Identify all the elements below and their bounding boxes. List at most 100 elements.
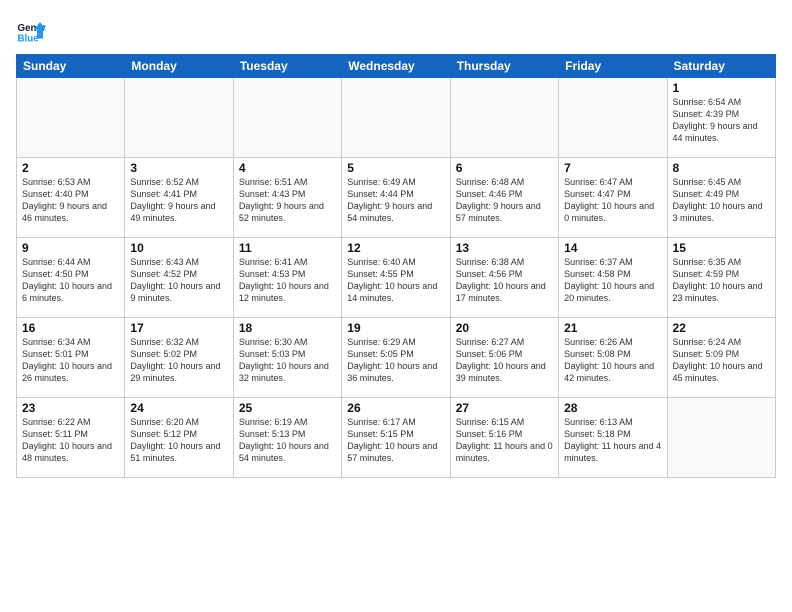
day-info: Sunrise: 6:38 AM Sunset: 4:56 PM Dayligh… [456,256,553,305]
day-number: 26 [347,401,444,415]
day-number: 11 [239,241,336,255]
day-info: Sunrise: 6:47 AM Sunset: 4:47 PM Dayligh… [564,176,661,225]
day-number: 21 [564,321,661,335]
calendar-week-5: 23Sunrise: 6:22 AM Sunset: 5:11 PM Dayli… [17,398,776,478]
day-number: 15 [673,241,770,255]
weekday-header-monday: Monday [125,55,233,78]
day-number: 22 [673,321,770,335]
day-info: Sunrise: 6:54 AM Sunset: 4:39 PM Dayligh… [673,96,770,145]
calendar-cell: 9Sunrise: 6:44 AM Sunset: 4:50 PM Daylig… [17,238,125,318]
day-info: Sunrise: 6:15 AM Sunset: 5:16 PM Dayligh… [456,416,553,465]
calendar-cell: 5Sunrise: 6:49 AM Sunset: 4:44 PM Daylig… [342,158,450,238]
calendar-week-3: 9Sunrise: 6:44 AM Sunset: 4:50 PM Daylig… [17,238,776,318]
day-number: 27 [456,401,553,415]
calendar-cell: 20Sunrise: 6:27 AM Sunset: 5:06 PM Dayli… [450,318,558,398]
day-number: 2 [22,161,119,175]
day-info: Sunrise: 6:13 AM Sunset: 5:18 PM Dayligh… [564,416,661,465]
calendar-cell: 28Sunrise: 6:13 AM Sunset: 5:18 PM Dayli… [559,398,667,478]
calendar-cell [17,78,125,158]
day-number: 19 [347,321,444,335]
weekday-header-thursday: Thursday [450,55,558,78]
day-number: 3 [130,161,227,175]
calendar-cell: 11Sunrise: 6:41 AM Sunset: 4:53 PM Dayli… [233,238,341,318]
svg-text:Blue: Blue [18,34,40,45]
day-number: 9 [22,241,119,255]
calendar-cell: 16Sunrise: 6:34 AM Sunset: 5:01 PM Dayli… [17,318,125,398]
calendar-cell [342,78,450,158]
day-info: Sunrise: 6:45 AM Sunset: 4:49 PM Dayligh… [673,176,770,225]
day-info: Sunrise: 6:20 AM Sunset: 5:12 PM Dayligh… [130,416,227,465]
calendar-header-row: SundayMondayTuesdayWednesdayThursdayFrid… [17,55,776,78]
day-number: 6 [456,161,553,175]
page-container: General Blue SundayMondayTuesdayWednesda… [0,0,792,612]
calendar-table: SundayMondayTuesdayWednesdayThursdayFrid… [16,54,776,478]
day-info: Sunrise: 6:35 AM Sunset: 4:59 PM Dayligh… [673,256,770,305]
day-info: Sunrise: 6:19 AM Sunset: 5:13 PM Dayligh… [239,416,336,465]
day-info: Sunrise: 6:29 AM Sunset: 5:05 PM Dayligh… [347,336,444,385]
day-info: Sunrise: 6:52 AM Sunset: 4:41 PM Dayligh… [130,176,227,225]
day-info: Sunrise: 6:26 AM Sunset: 5:08 PM Dayligh… [564,336,661,385]
calendar-cell: 12Sunrise: 6:40 AM Sunset: 4:55 PM Dayli… [342,238,450,318]
logo: General Blue [16,16,46,46]
calendar-cell: 4Sunrise: 6:51 AM Sunset: 4:43 PM Daylig… [233,158,341,238]
calendar-week-4: 16Sunrise: 6:34 AM Sunset: 5:01 PM Dayli… [17,318,776,398]
calendar-cell [667,398,775,478]
day-info: Sunrise: 6:17 AM Sunset: 5:15 PM Dayligh… [347,416,444,465]
weekday-header-saturday: Saturday [667,55,775,78]
calendar-cell: 24Sunrise: 6:20 AM Sunset: 5:12 PM Dayli… [125,398,233,478]
weekday-header-friday: Friday [559,55,667,78]
day-info: Sunrise: 6:34 AM Sunset: 5:01 PM Dayligh… [22,336,119,385]
day-info: Sunrise: 6:48 AM Sunset: 4:46 PM Dayligh… [456,176,553,225]
day-number: 24 [130,401,227,415]
day-number: 7 [564,161,661,175]
calendar-cell: 18Sunrise: 6:30 AM Sunset: 5:03 PM Dayli… [233,318,341,398]
day-number: 8 [673,161,770,175]
calendar-cell: 6Sunrise: 6:48 AM Sunset: 4:46 PM Daylig… [450,158,558,238]
day-number: 4 [239,161,336,175]
calendar-cell: 2Sunrise: 6:53 AM Sunset: 4:40 PM Daylig… [17,158,125,238]
day-number: 20 [456,321,553,335]
calendar-week-1: 1Sunrise: 6:54 AM Sunset: 4:39 PM Daylig… [17,78,776,158]
day-number: 5 [347,161,444,175]
calendar-cell: 3Sunrise: 6:52 AM Sunset: 4:41 PM Daylig… [125,158,233,238]
calendar-cell: 14Sunrise: 6:37 AM Sunset: 4:58 PM Dayli… [559,238,667,318]
header: General Blue [16,16,776,46]
day-info: Sunrise: 6:22 AM Sunset: 5:11 PM Dayligh… [22,416,119,465]
day-number: 12 [347,241,444,255]
day-number: 13 [456,241,553,255]
day-info: Sunrise: 6:41 AM Sunset: 4:53 PM Dayligh… [239,256,336,305]
weekday-header-wednesday: Wednesday [342,55,450,78]
day-info: Sunrise: 6:24 AM Sunset: 5:09 PM Dayligh… [673,336,770,385]
calendar-week-2: 2Sunrise: 6:53 AM Sunset: 4:40 PM Daylig… [17,158,776,238]
weekday-header-tuesday: Tuesday [233,55,341,78]
calendar-cell: 8Sunrise: 6:45 AM Sunset: 4:49 PM Daylig… [667,158,775,238]
calendar-cell [233,78,341,158]
day-info: Sunrise: 6:32 AM Sunset: 5:02 PM Dayligh… [130,336,227,385]
calendar-cell: 23Sunrise: 6:22 AM Sunset: 5:11 PM Dayli… [17,398,125,478]
day-info: Sunrise: 6:51 AM Sunset: 4:43 PM Dayligh… [239,176,336,225]
day-info: Sunrise: 6:44 AM Sunset: 4:50 PM Dayligh… [22,256,119,305]
day-number: 18 [239,321,336,335]
day-info: Sunrise: 6:30 AM Sunset: 5:03 PM Dayligh… [239,336,336,385]
calendar-cell: 10Sunrise: 6:43 AM Sunset: 4:52 PM Dayli… [125,238,233,318]
day-number: 16 [22,321,119,335]
day-info: Sunrise: 6:27 AM Sunset: 5:06 PM Dayligh… [456,336,553,385]
weekday-header-sunday: Sunday [17,55,125,78]
calendar-cell: 13Sunrise: 6:38 AM Sunset: 4:56 PM Dayli… [450,238,558,318]
calendar-cell: 7Sunrise: 6:47 AM Sunset: 4:47 PM Daylig… [559,158,667,238]
calendar-cell: 19Sunrise: 6:29 AM Sunset: 5:05 PM Dayli… [342,318,450,398]
day-number: 25 [239,401,336,415]
logo-icon: General Blue [16,16,46,46]
calendar-cell: 21Sunrise: 6:26 AM Sunset: 5:08 PM Dayli… [559,318,667,398]
day-info: Sunrise: 6:37 AM Sunset: 4:58 PM Dayligh… [564,256,661,305]
day-info: Sunrise: 6:49 AM Sunset: 4:44 PM Dayligh… [347,176,444,225]
day-number: 28 [564,401,661,415]
calendar-cell: 26Sunrise: 6:17 AM Sunset: 5:15 PM Dayli… [342,398,450,478]
calendar-cell: 15Sunrise: 6:35 AM Sunset: 4:59 PM Dayli… [667,238,775,318]
day-number: 14 [564,241,661,255]
day-info: Sunrise: 6:40 AM Sunset: 4:55 PM Dayligh… [347,256,444,305]
day-number: 1 [673,81,770,95]
calendar-cell: 17Sunrise: 6:32 AM Sunset: 5:02 PM Dayli… [125,318,233,398]
calendar-cell: 27Sunrise: 6:15 AM Sunset: 5:16 PM Dayli… [450,398,558,478]
day-number: 23 [22,401,119,415]
